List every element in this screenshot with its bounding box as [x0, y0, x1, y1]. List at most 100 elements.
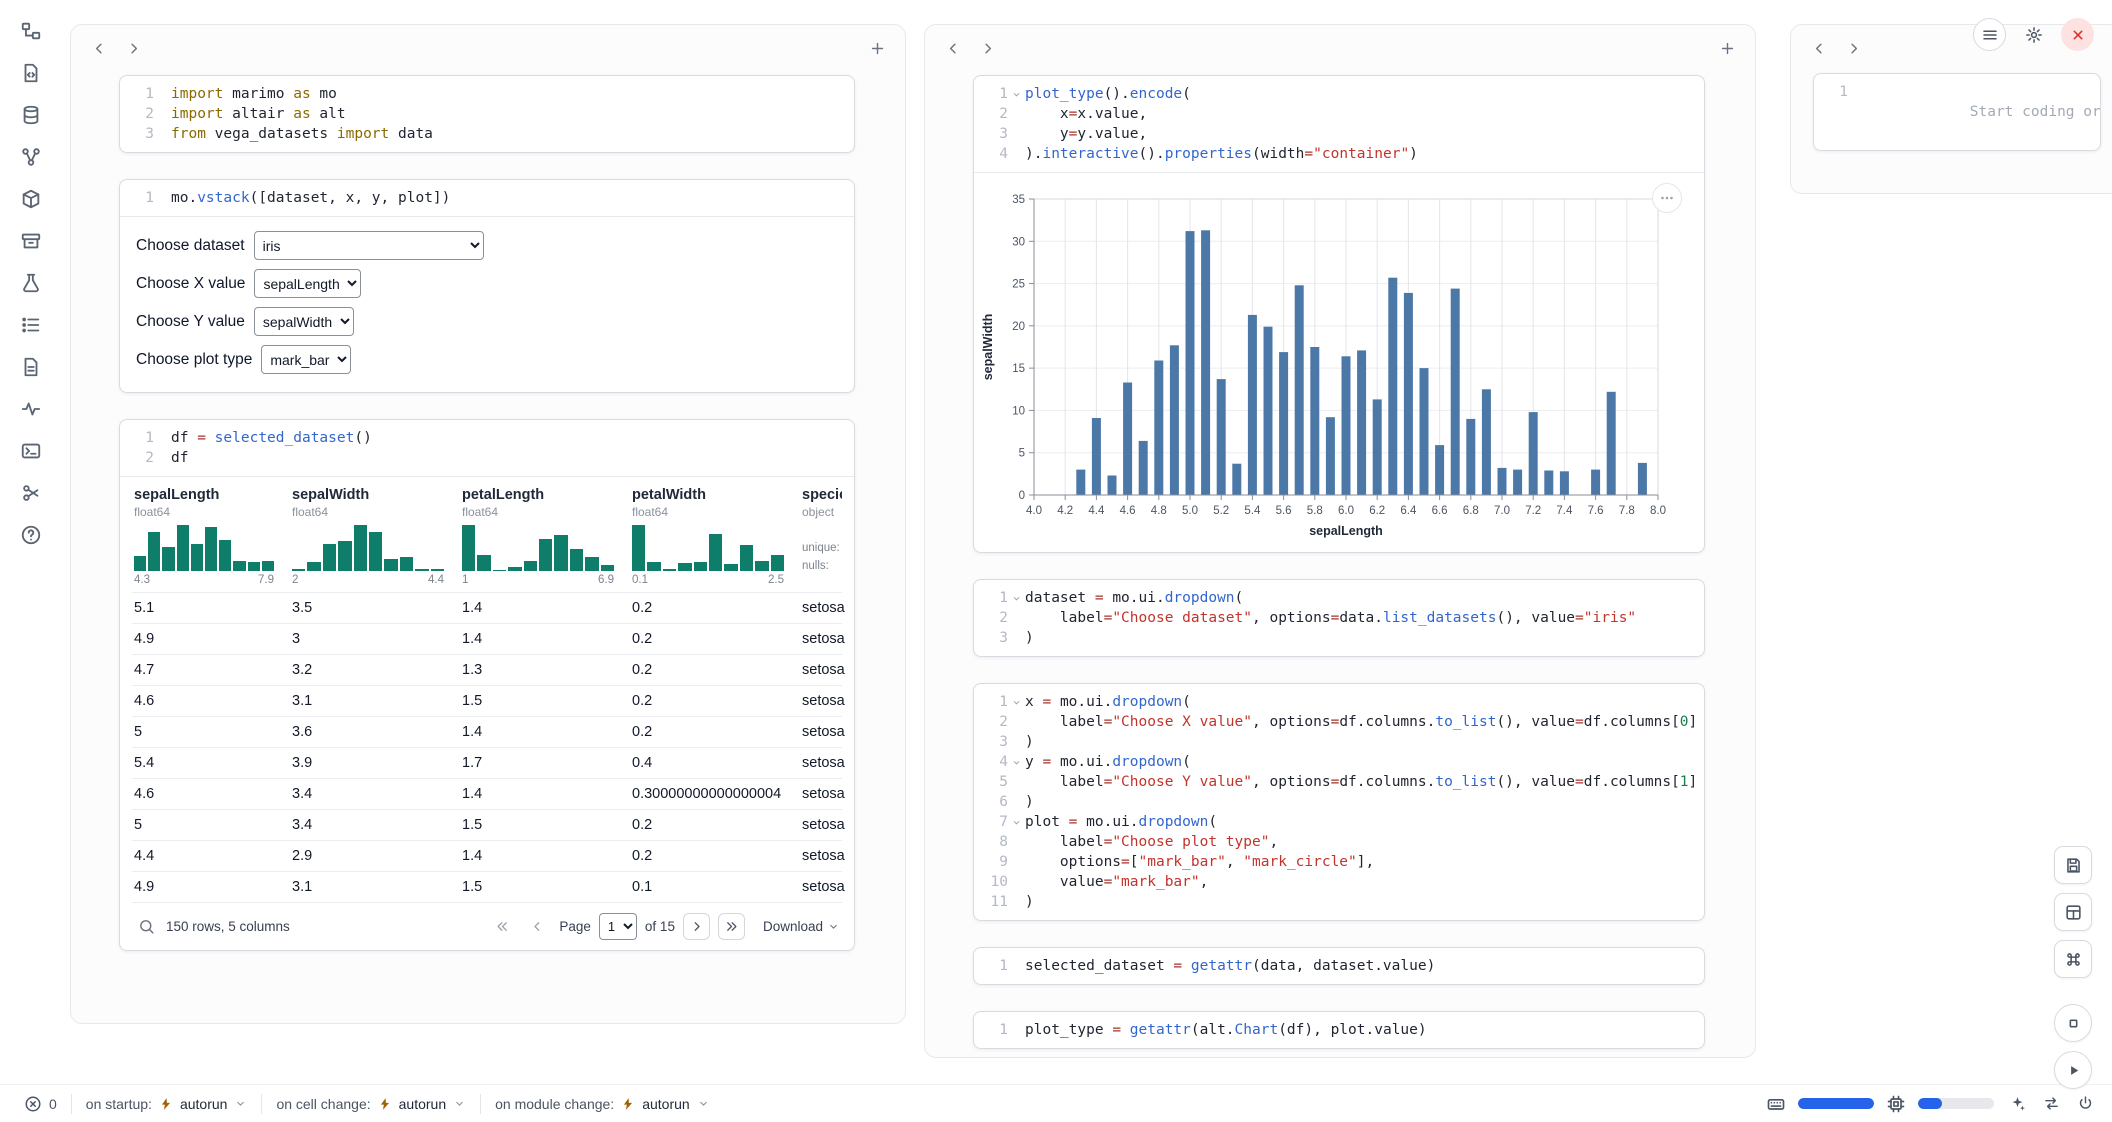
document-panel-button[interactable]	[16, 352, 46, 382]
table-search-button[interactable]	[134, 915, 158, 939]
column-toolbar	[71, 25, 905, 71]
table-cell: 5	[132, 810, 290, 840]
line-number: 4	[974, 752, 1008, 772]
line-number: 5	[974, 772, 1008, 792]
column-dtype: float64	[632, 505, 800, 519]
cell-editor[interactable]: 1mo.vstack([dataset, x, y, plot])	[120, 180, 854, 216]
svg-text:20: 20	[1012, 321, 1025, 333]
snippets-panel-button[interactable]	[16, 478, 46, 508]
help-panel-button[interactable]	[16, 520, 46, 550]
cell-editor[interactable]: 1import marimo as mo2import altair as al…	[120, 76, 854, 152]
scratch-editor[interactable]: 1 Start coding or generate with	[1814, 74, 2100, 150]
error-count: 0	[49, 1096, 57, 1112]
table-cell: 3.9	[290, 748, 460, 778]
cell-editor[interactable]: 1x = mo.ui.dropdown(2 label="Choose X va…	[974, 684, 1704, 920]
keyboard-shortcuts-button[interactable]	[2054, 940, 2092, 978]
table-cell: 3	[290, 624, 460, 654]
power-button[interactable]	[2074, 1093, 2096, 1115]
line-number: 4	[974, 144, 1008, 164]
database-panel-button[interactable]	[16, 100, 46, 130]
interrupt-button[interactable]	[2054, 1004, 2092, 1042]
choose-plot-type-select[interactable]: mark_bar	[261, 345, 351, 374]
panel-layout-button[interactable]	[2054, 893, 2092, 931]
code-line: 11)	[974, 892, 1692, 912]
fold-toggle[interactable]	[1008, 588, 1025, 608]
download-button[interactable]: Download	[763, 919, 840, 934]
notebook-menu-button[interactable]	[1973, 18, 2006, 51]
table-cell: setosa	[800, 593, 853, 623]
column-prev-button[interactable]	[939, 34, 967, 62]
sparkle-icon	[2009, 1095, 2026, 1112]
code-line: 1 Start coding or generate with	[1814, 82, 2088, 142]
run-mode-module-change-button[interactable]: on module change:autorun	[487, 1092, 718, 1116]
flask-panel-button[interactable]	[16, 268, 46, 298]
archive-panel-button[interactable]	[16, 226, 46, 256]
table-summary-row: 4.37.924.416.90.12.5unique:nulls:	[132, 525, 842, 592]
fold-toggle[interactable]	[1008, 84, 1025, 104]
choose-dataset-select[interactable]: iris	[254, 231, 484, 260]
swap-button[interactable]	[2040, 1093, 2062, 1115]
chart-options-button[interactable]	[1652, 183, 1682, 213]
column-prev-button[interactable]	[85, 34, 113, 62]
column-next-button[interactable]	[119, 34, 147, 62]
outline-panel-button[interactable]	[16, 310, 46, 340]
shutdown-button[interactable]	[2061, 18, 2094, 51]
file-code-panel-button[interactable]	[16, 58, 46, 88]
gutter-spacer	[154, 104, 171, 124]
gutter-spacer	[1008, 628, 1025, 648]
svg-text:5: 5	[1019, 448, 1025, 460]
gutter-spacer	[1008, 892, 1025, 912]
cell-editor[interactable]: 1selected_dataset = getattr(data, datase…	[974, 948, 1704, 984]
line-number: 6	[974, 792, 1008, 812]
fold-toggle[interactable]	[1008, 692, 1025, 712]
table-cell: 4.9	[132, 872, 290, 902]
code-line: 1selected_dataset = getattr(data, datase…	[974, 956, 1692, 976]
column-next-button[interactable]	[973, 34, 1001, 62]
settings-button[interactable]	[2017, 18, 2050, 51]
run-mode-cell-change-button[interactable]: on cell change:autorun	[268, 1092, 474, 1116]
column-histogram	[134, 525, 274, 571]
first-page-button[interactable]	[489, 913, 516, 940]
gutter-spacer	[154, 448, 171, 468]
notebook-cell: 1plot_type().encode(2 x=x.value,3 y=y.va…	[973, 75, 1705, 553]
cell-editor[interactable]: 1plot_type = getattr(alt.Chart(df), plot…	[974, 1012, 1704, 1048]
run-mode-value: autorun	[399, 1096, 446, 1112]
next-page-button[interactable]	[683, 913, 710, 940]
column-toolbar	[925, 25, 1755, 71]
console-panel-button[interactable]	[16, 436, 46, 466]
tree-panel-button[interactable]	[16, 16, 46, 46]
run-mode-startup-button[interactable]: on startup:autorun	[78, 1092, 256, 1116]
package-panel-button[interactable]	[16, 184, 46, 214]
column-prev-button[interactable]	[1805, 34, 1833, 62]
last-page-button[interactable]	[718, 913, 745, 940]
graph-panel-button[interactable]	[16, 142, 46, 172]
column-next-button[interactable]	[1839, 34, 1867, 62]
run-all-button[interactable]	[2054, 1051, 2092, 1089]
chevron-down-icon	[827, 920, 840, 933]
svg-text:25: 25	[1012, 279, 1025, 291]
cell-editor[interactable]: 1df = selected_dataset()2df	[120, 420, 854, 476]
cell-editor[interactable]: 1plot_type().encode(2 x=x.value,3 y=y.va…	[974, 76, 1704, 172]
svg-text:4.4: 4.4	[1088, 505, 1105, 517]
activity-panel-button[interactable]	[16, 394, 46, 424]
svg-text:4.2: 4.2	[1057, 505, 1073, 517]
fold-toggle[interactable]	[1008, 752, 1025, 772]
gutter-spacer	[1008, 608, 1025, 628]
code-line: 6)	[974, 792, 1692, 812]
ai-sparkle-button[interactable]	[2006, 1093, 2028, 1115]
line-number: 8	[974, 832, 1008, 852]
choose-x-value-select[interactable]: sepalLength	[254, 269, 361, 298]
fold-toggle[interactable]	[1008, 812, 1025, 832]
save-notebook-button[interactable]	[2054, 846, 2092, 884]
prev-page-button[interactable]	[524, 913, 551, 940]
gutter-spacer	[154, 124, 171, 144]
table-cell: 5.1	[132, 593, 290, 623]
errors-indicator[interactable]: 0	[16, 1091, 65, 1117]
table-cell: 3.1	[290, 872, 460, 902]
new-cell-button[interactable]	[863, 34, 891, 62]
svg-text:6.8: 6.8	[1463, 505, 1479, 517]
choose-y-value-select[interactable]: sepalWidth	[254, 307, 354, 336]
cell-editor[interactable]: 1dataset = mo.ui.dropdown(2 label="Choos…	[974, 580, 1704, 656]
page-select[interactable]: 1	[599, 913, 637, 940]
new-cell-button[interactable]	[1713, 34, 1741, 62]
